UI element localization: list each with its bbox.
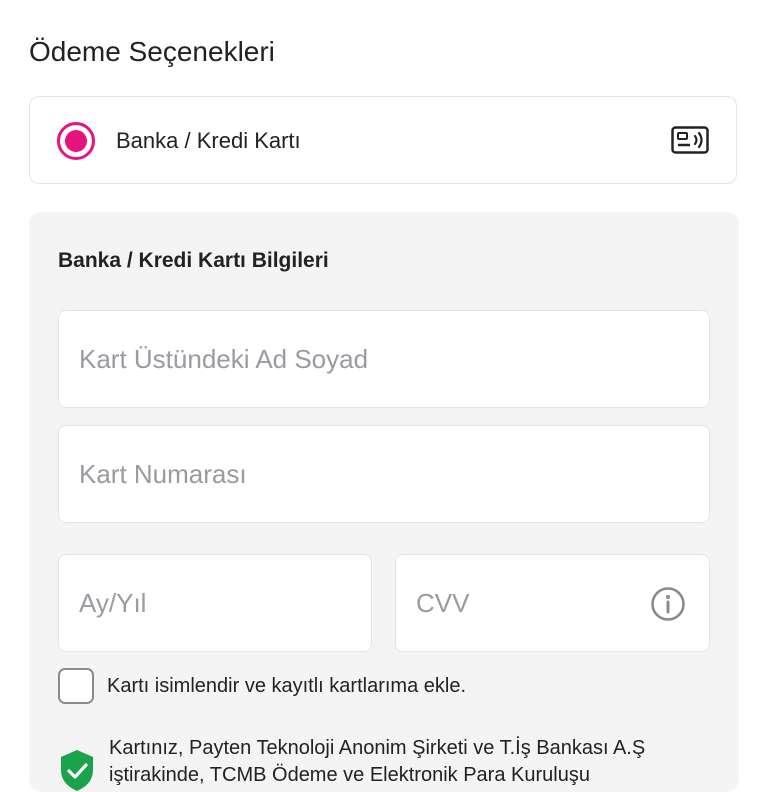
card-number-input[interactable] <box>59 426 709 522</box>
page-title: Ödeme Seçenekleri <box>29 36 275 67</box>
payment-method-label: Banka / Kredi Kartı <box>116 128 301 153</box>
save-card-row[interactable]: Kartı isimlendir ve kayıtlı kartlarıma e… <box>58 668 710 704</box>
cardholder-name-field <box>58 310 710 408</box>
security-notice-text: Kartınız, Payten Teknoloji Anonim Şirket… <box>109 737 646 786</box>
save-card-label: Kartı isimlendir ve kayıtlı kartlarıma e… <box>107 675 466 697</box>
payment-method-radio[interactable] <box>57 122 95 160</box>
payment-method-card[interactable]: Banka / Kredi Kartı <box>29 96 737 184</box>
card-contactless-icon <box>671 126 709 154</box>
info-icon[interactable] <box>650 586 686 622</box>
card-details-panel: Banka / Kredi Kartı Bilgileri Kartı isim… <box>29 212 739 792</box>
cvv-field <box>395 554 710 652</box>
expiry-date-input[interactable] <box>59 555 371 651</box>
shield-check-icon <box>61 750 93 791</box>
card-number-field <box>58 425 710 523</box>
card-details-title: Banka / Kredi Kartı Bilgileri <box>58 249 329 272</box>
radio-selected-dot <box>65 130 87 152</box>
cardholder-name-input[interactable] <box>59 311 709 407</box>
save-card-checkbox[interactable] <box>58 668 94 704</box>
expiry-date-field <box>58 554 372 652</box>
